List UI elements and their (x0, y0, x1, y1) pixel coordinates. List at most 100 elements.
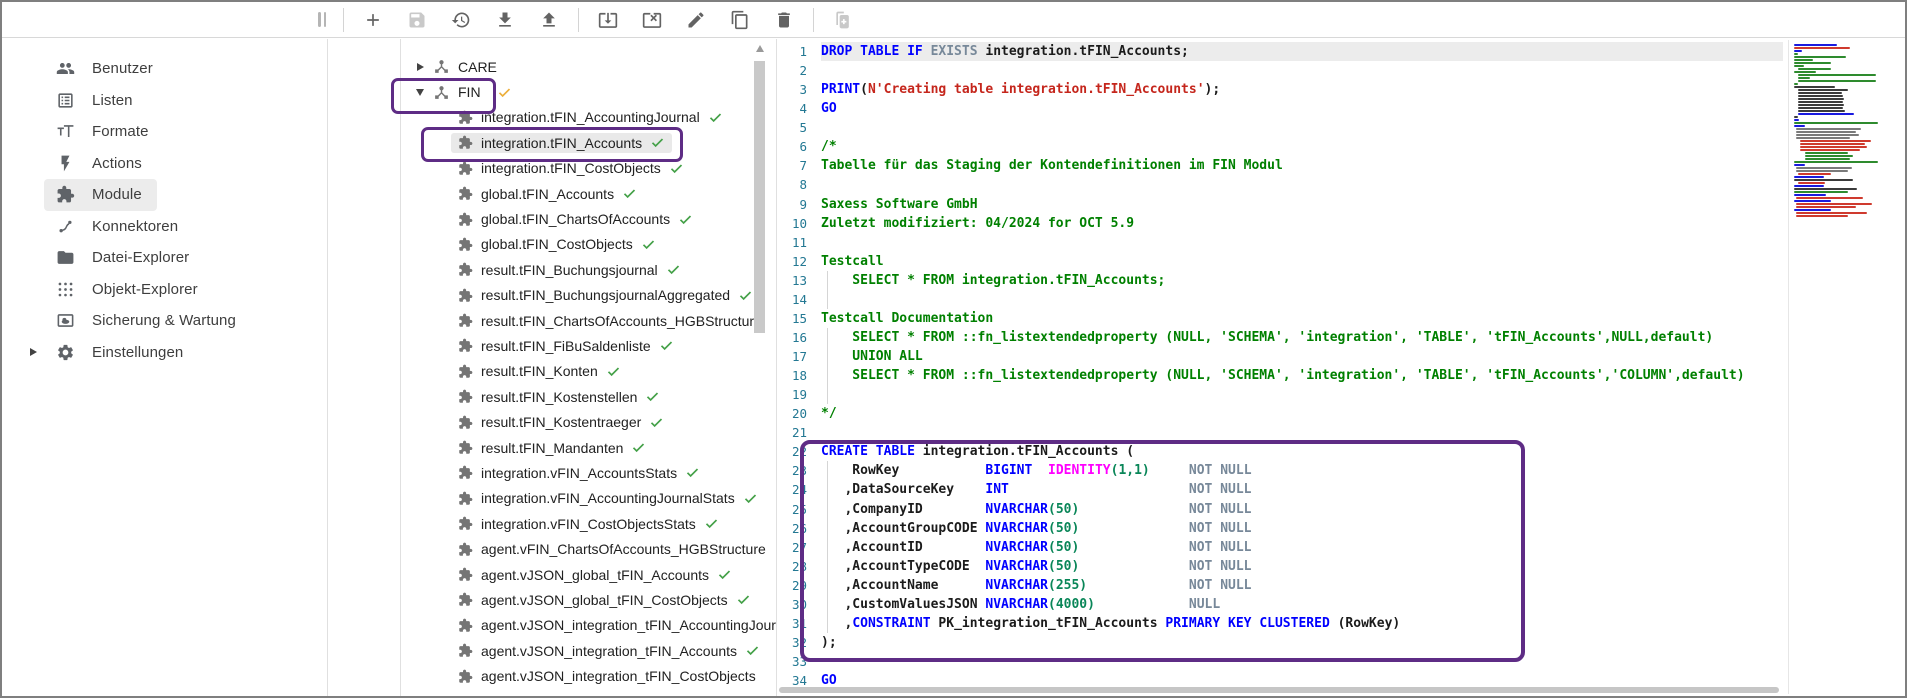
editor-line[interactable]: GO (821, 99, 1783, 118)
editor-line[interactable]: CREATE TABLE integration.tFIN_Accounts ( (821, 442, 1783, 461)
tree-item[interactable]: result.tFIN_BuchungsjournalAggregated (401, 283, 776, 308)
copy-icon (730, 10, 750, 30)
delete-button[interactable] (762, 5, 806, 35)
puzzle-icon (458, 212, 473, 227)
tree-group-care[interactable]: CARE (401, 54, 776, 79)
editor-line[interactable]: ,DataSourceKey INT NOT NULL (821, 480, 1783, 499)
deploy-to-database-button[interactable] (586, 5, 630, 35)
editor-line[interactable] (821, 233, 1783, 252)
editor-line[interactable] (821, 290, 1783, 309)
tree-item[interactable]: integration.vFIN_CostObjectsStats (401, 511, 776, 536)
editor-line[interactable] (821, 652, 1783, 671)
sidebar-item-datei-explorer[interactable]: Datei-Explorer (44, 242, 204, 274)
sidebar-item-sicherung-wartung[interactable]: Sicherung & Wartung (44, 305, 251, 337)
sidebar-item-objekt-explorer[interactable]: Objekt-Explorer (44, 274, 213, 306)
sidebar-item-formate[interactable]: Formate (44, 116, 164, 148)
trash-icon (774, 10, 794, 30)
sql-code-editor[interactable]: 1234567891011121314151617181920212223242… (777, 39, 1783, 696)
duplicate-button[interactable] (718, 5, 762, 35)
tree-item[interactable]: result.tFIN_Kostentraeger (401, 409, 776, 434)
scrollbar-up-arrow-icon[interactable] (756, 45, 764, 52)
editor-line[interactable]: ,AccountID NVARCHAR(50) NOT NULL (821, 538, 1783, 557)
tree-item[interactable]: result.tFIN_Kostenstellen (401, 384, 776, 409)
editor-line[interactable] (821, 175, 1783, 194)
tree-item[interactable]: result.tFIN_FiBuSaldenliste (401, 333, 776, 358)
tree-item[interactable]: result.tFIN_ChartsOfAccounts_HGBStructur… (401, 308, 776, 333)
chevron-right-icon[interactable] (30, 348, 37, 356)
editor-horizontal-scrollbar[interactable] (779, 687, 1779, 693)
tree-item[interactable]: integration.tFIN_AccountingJournal (401, 105, 776, 130)
restore-version-button[interactable] (439, 5, 483, 35)
sidebar-item-einstellungen[interactable]: Einstellungen (44, 337, 198, 369)
tree-scrollbar[interactable] (753, 40, 766, 694)
minimap-line (1794, 176, 1902, 178)
tree-item[interactable]: agent.vJSON_integration_tFIN_AccountingJ… (401, 613, 776, 638)
line-number: 3 (777, 80, 813, 99)
editor-line[interactable]: ,AccountTypeCODE NVARCHAR(50) NOT NULL (821, 557, 1783, 576)
editor-line[interactable]: ,AccountName NVARCHAR(255) NOT NULL (821, 576, 1783, 595)
sidebar-item-listen[interactable]: Listen (44, 85, 148, 117)
sidebar-item-module[interactable]: Module (44, 179, 157, 211)
add-button[interactable] (351, 5, 395, 35)
editor-line[interactable]: Saxess Software GmbH (821, 195, 1783, 214)
minimap-line (1794, 212, 1902, 214)
tree-item[interactable]: agent.vJSON_global_tFIN_Accounts (401, 562, 776, 587)
editor-line[interactable]: ,CONSTRAINT PK_integration_tFIN_Accounts… (821, 614, 1783, 633)
editor-line[interactable]: UNION ALL (821, 347, 1783, 366)
tree-item[interactable]: global.tFIN_ChartsOfAccounts (401, 206, 776, 231)
tree-item[interactable]: global.tFIN_Accounts (401, 181, 776, 206)
tree-group-fin[interactable]: FIN (401, 79, 776, 104)
editor-line[interactable]: ,CustomValuesJSON NVARCHAR(4000) NULL (821, 595, 1783, 614)
editor-line[interactable]: /* (821, 137, 1783, 156)
editor-line[interactable]: ,CompanyID NVARCHAR(50) NOT NULL (821, 500, 1783, 519)
tree-item[interactable]: integration.vFIN_AccountsStats (401, 460, 776, 485)
editor-line[interactable]: */ (821, 404, 1783, 423)
tree-item[interactable]: agent.vJSON_integration_tFIN_CostObjects (401, 663, 776, 688)
editor-line[interactable]: PRINT(N'Creating table integration.tFIN_… (821, 80, 1783, 99)
tree-item[interactable]: agent.vJSON_global_tFIN_CostObjects (401, 587, 776, 612)
editor-line[interactable]: Tabelle für das Staging der Kontendefini… (821, 156, 1783, 175)
editor-line[interactable]: ); (821, 633, 1783, 652)
connector-icon (56, 217, 75, 236)
editor-line[interactable] (821, 385, 1783, 404)
editor-line[interactable]: ,AccountGroupCODE NVARCHAR(50) NOT NULL (821, 519, 1783, 538)
editor-line[interactable]: DROP TABLE IF EXISTS integration.tFIN_Ac… (821, 42, 1783, 61)
puzzle-icon (458, 313, 473, 328)
check-icon (736, 592, 751, 607)
chevron-down-icon[interactable] (413, 89, 427, 96)
tree-item[interactable]: integration.tFIN_CostObjects (401, 156, 776, 181)
download-button[interactable] (483, 5, 527, 35)
tree-item[interactable]: agent.vJSON_integration_tFIN_Accounts (401, 638, 776, 663)
editor-line[interactable] (821, 423, 1783, 442)
editor-line[interactable]: SELECT * FROM ::fn_listextendedproperty … (821, 328, 1783, 347)
tree-item[interactable]: agent.vFIN_ChartsOfAccounts_HGBStructure (401, 536, 776, 561)
chevron-right-icon[interactable] (413, 63, 427, 71)
sidebar-item-benutzer[interactable]: Benutzer (44, 53, 168, 85)
tree-item[interactable]: result.tFIN_Mandanten (401, 435, 776, 460)
editor-code-area[interactable]: DROP TABLE IF EXISTS integration.tFIN_Ac… (821, 42, 1783, 690)
tree-scrollbar-thumb[interactable] (754, 61, 765, 333)
editor-line[interactable]: Testcall Documentation (821, 309, 1783, 328)
editor-line[interactable] (821, 61, 1783, 80)
tree-item[interactable]: result.tFIN_Buchungsjournal (401, 257, 776, 282)
drag-handle[interactable] (318, 12, 326, 27)
minimap-line (1794, 50, 1902, 52)
tree-item[interactable]: global.tFIN_CostObjects (401, 232, 776, 257)
remove-from-database-button[interactable] (630, 5, 674, 35)
editor-line[interactable]: Testcall (821, 252, 1783, 271)
tree-item[interactable]: integration.vFIN_AccountingJournalStats (401, 486, 776, 511)
editor-line[interactable]: SELECT * FROM integration.tFIN_Accounts; (821, 271, 1783, 290)
editor-line[interactable]: RowKey BIGINT IDENTITY(1,1) NOT NULL (821, 461, 1783, 480)
module-group-icon (433, 58, 450, 75)
tree-item[interactable]: integration.tFIN_Accounts (401, 130, 776, 155)
check-icon (622, 186, 637, 201)
editor-line[interactable]: SELECT * FROM ::fn_listextendedproperty … (821, 366, 1783, 385)
editor-line[interactable] (821, 118, 1783, 137)
sidebar-item-konnektoren[interactable]: Konnektoren (44, 211, 193, 243)
edit-button[interactable] (674, 5, 718, 35)
sidebar-item-actions[interactable]: Actions (44, 148, 157, 180)
editor-minimap[interactable] (1788, 40, 1907, 694)
editor-line[interactable]: Zuletzt modifiziert: 04/2024 for OCT 5.9 (821, 214, 1783, 233)
upload-button[interactable] (527, 5, 571, 35)
tree-item[interactable]: result.tFIN_Konten (401, 359, 776, 384)
